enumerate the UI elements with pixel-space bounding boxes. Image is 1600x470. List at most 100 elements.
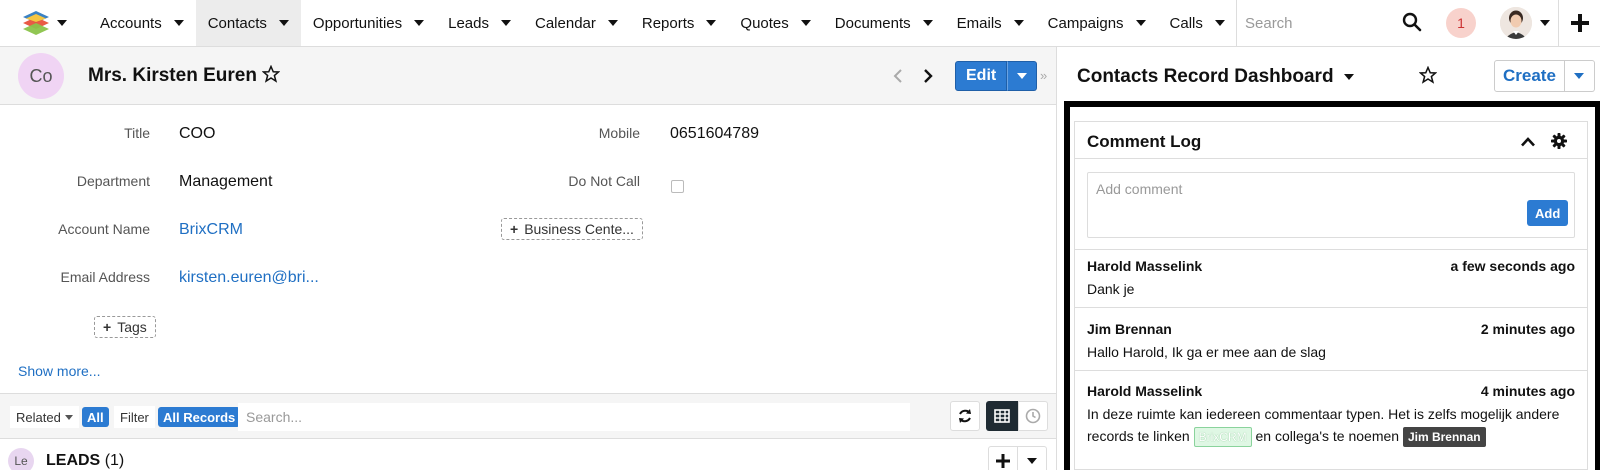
field-value-mobile[interactable]: 0651604789 <box>670 125 759 143</box>
clock-icon <box>1025 408 1041 424</box>
record-name: Mrs. Kirsten Euren <box>88 65 257 86</box>
do-not-call-checkbox[interactable] <box>671 180 684 193</box>
leads-subpanel-header[interactable]: Le LEADS (1) <box>0 440 1056 470</box>
divider <box>1075 249 1587 250</box>
nav-item-quotes[interactable]: Quotes <box>728 0 822 46</box>
comment-author: Harold Masselink <box>1087 383 1203 399</box>
nav-item-accounts[interactable]: Accounts <box>88 0 196 46</box>
chevron-down-icon[interactable] <box>706 20 717 26</box>
leads-module-avatar: Le <box>8 448 34 470</box>
account-link[interactable]: BrixCRM <box>179 221 243 239</box>
next-record-button[interactable] <box>923 69 933 86</box>
user-menu[interactable] <box>1500 7 1550 39</box>
dashboard-title: Contacts Record Dashboard <box>1077 66 1334 87</box>
filter-all-records-pill[interactable]: All Records <box>158 407 241 427</box>
record-mention-tag[interactable]: BrixCRM <box>1193 427 1252 448</box>
nav-item-reports[interactable]: Reports <box>630 0 729 46</box>
divider <box>1075 370 1587 371</box>
email-link[interactable]: kirsten.euren@bri... <box>179 269 319 287</box>
nav-item-campaigns[interactable]: Campaigns <box>1036 0 1158 46</box>
nav-item-leads[interactable]: Leads <box>436 0 523 46</box>
favorite-button[interactable] <box>261 64 281 86</box>
chevron-down-icon[interactable] <box>1214 20 1225 26</box>
app-logo-menu[interactable] <box>0 0 88 46</box>
previous-record-button[interactable] <box>893 69 903 86</box>
leads-add-button[interactable] <box>988 446 1018 470</box>
comment-text: Hallo Harold, Ik ga er mee aan de slag <box>1087 344 1326 360</box>
nav-item-label: Accounts <box>100 14 162 32</box>
list-view-toggle[interactable] <box>986 401 1018 431</box>
user-avatar <box>1500 7 1532 39</box>
add-comment-input[interactable] <box>1087 172 1575 238</box>
field-label-mobile: Mobile <box>598 125 640 141</box>
nav-item-calendar[interactable]: Calendar <box>523 0 630 46</box>
comment-author: Harold Masselink <box>1087 258 1203 274</box>
chevron-down-icon[interactable] <box>173 20 184 26</box>
chevron-down-icon <box>1017 73 1028 79</box>
nav-item-contacts[interactable]: Contacts <box>195 0 301 46</box>
refresh-button[interactable] <box>950 401 980 431</box>
dashboard-selector[interactable]: Contacts Record Dashboard <box>1077 66 1354 88</box>
create-button[interactable]: Create <box>1494 60 1565 92</box>
dashlet-title: Comment Log <box>1087 132 1202 151</box>
field-label-email: Email Address <box>60 269 150 285</box>
add-tags-button[interactable]: + Tags <box>94 316 156 338</box>
comment-time: 4 minutes ago <box>1480 383 1575 399</box>
related-all-pill[interactable]: All <box>82 407 109 427</box>
nav-item-documents[interactable]: Documents <box>823 0 945 46</box>
chevron-down-icon[interactable] <box>1013 20 1024 26</box>
dashboard-favorite-button[interactable] <box>1418 65 1438 87</box>
double-chevron-right-icon: » <box>1040 68 1048 83</box>
chevron-down-icon[interactable] <box>501 20 511 26</box>
edit-button[interactable]: Edit <box>955 61 1008 91</box>
edit-actions-dropdown[interactable] <box>1007 61 1038 91</box>
field-value-title[interactable]: COO <box>179 125 215 143</box>
star-outline-icon <box>261 64 281 83</box>
comment-item: Jim Brennan 2 minutes ago Hallo Harold, … <box>1075 321 1587 371</box>
field-label-do-not-call: Do Not Call <box>568 173 640 189</box>
search-icon <box>1402 12 1422 32</box>
nav-item-opportunities[interactable]: Opportunities <box>301 0 436 46</box>
field-label-title: Title <box>124 125 150 141</box>
record-avatar: Co <box>18 53 64 99</box>
comment-item: Harold Masselink 4 minutes ago In deze r… <box>1075 383 1587 469</box>
related-dropdown[interactable]: Related <box>10 406 79 428</box>
leads-actions-dropdown[interactable] <box>1017 446 1047 470</box>
notifications-badge[interactable]: 1 <box>1446 8 1476 38</box>
record-header: Co Mrs. Kirsten Euren Edit » <box>0 47 1056 105</box>
activity-stream-toggle[interactable] <box>1018 401 1048 431</box>
nav-item-label: Emails <box>956 14 1002 32</box>
chevron-down-icon[interactable] <box>607 20 618 26</box>
table-icon <box>994 409 1010 423</box>
create-button-group: Create <box>1494 60 1595 92</box>
quick-create-button[interactable] <box>1558 0 1600 46</box>
edit-button-group: Edit <box>955 61 1038 91</box>
collapse-dashlet-button[interactable] <box>1521 134 1535 150</box>
chevron-down-icon <box>57 20 67 26</box>
user-mention-tag[interactable]: Jim Brennan <box>1402 427 1486 448</box>
nav-item-label: Reports <box>641 14 695 32</box>
chevron-down-icon <box>1343 74 1354 80</box>
chevron-down-icon[interactable] <box>800 20 811 26</box>
chevron-down-icon[interactable] <box>922 20 933 26</box>
toggle-sidebar-button[interactable]: » <box>1040 68 1047 83</box>
related-label: Related <box>16 409 61 425</box>
search-button[interactable] <box>1402 12 1422 35</box>
add-business-center-button[interactable]: + Business Cente... <box>501 218 643 240</box>
nav-item-label: Documents <box>834 14 911 32</box>
subpanel-search-input[interactable] <box>238 403 910 431</box>
chevron-down-icon[interactable] <box>414 20 425 26</box>
add-comment-button[interactable]: Add <box>1527 200 1569 226</box>
refresh-icon <box>959 409 971 423</box>
global-search-input[interactable] <box>1237 14 1387 32</box>
nav-item-emails[interactable]: Emails <box>945 0 1036 46</box>
nav-item-calls[interactable]: Calls <box>1158 0 1237 46</box>
field-value-department[interactable]: Management <box>179 173 272 191</box>
chevron-down-icon[interactable] <box>1135 20 1146 26</box>
chevron-down-icon[interactable] <box>278 20 289 26</box>
show-more-link[interactable]: Show more... <box>18 363 100 379</box>
create-dropdown[interactable] <box>1564 60 1595 92</box>
comment-text-part: en collega's te noemen <box>1255 428 1400 444</box>
chevron-up-icon <box>1521 137 1535 147</box>
dashlet-settings-button[interactable] <box>1551 133 1567 152</box>
